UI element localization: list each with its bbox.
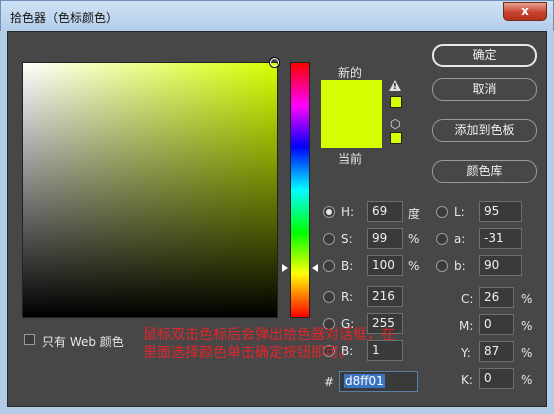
- cancel-button[interactable]: 取消: [432, 78, 537, 101]
- add-to-swatches-button[interactable]: 添加到色板: [432, 119, 537, 142]
- color-field-cursor[interactable]: [270, 58, 279, 67]
- lab-a-label: a:: [454, 232, 466, 246]
- brightness-unit: %: [408, 259, 420, 273]
- saturation-label: S:: [341, 232, 353, 246]
- web-only-checkbox[interactable]: [24, 334, 35, 345]
- brightness-label: B:: [341, 259, 354, 273]
- lab-l-label: L:: [454, 205, 465, 219]
- yellow-input[interactable]: 87: [479, 341, 514, 362]
- warning-triangle-icon[interactable]: !: [389, 80, 401, 91]
- cyan-unit: %: [521, 292, 533, 306]
- hue-unit: 度: [408, 207, 421, 221]
- hex-input[interactable]: d8ff01: [339, 371, 418, 392]
- hex-value: d8ff01: [344, 374, 385, 388]
- black-label: K:: [461, 373, 473, 387]
- saturation-input[interactable]: 99: [367, 228, 403, 249]
- color-field[interactable]: [22, 62, 278, 318]
- radio-lab-b[interactable]: [436, 260, 448, 272]
- red-label: R:: [341, 290, 354, 304]
- current-color-swatch[interactable]: [321, 114, 382, 148]
- gamut-warning-swatch[interactable]: [390, 96, 402, 108]
- yellow-unit: %: [521, 346, 533, 360]
- hue-slider[interactable]: [290, 62, 310, 318]
- radio-hue[interactable]: [323, 206, 335, 218]
- black-unit: %: [521, 373, 533, 387]
- annotation-text: 鼠标双击色标后会弹出拾色器对话框，在里面选择颜色单击确定按钮即可。: [143, 327, 395, 361]
- radio-saturation[interactable]: [323, 233, 335, 245]
- color-libraries-button[interactable]: 颜色库: [432, 160, 537, 183]
- radio-lab-a[interactable]: [436, 233, 448, 245]
- web-safe-swatch[interactable]: [390, 132, 402, 144]
- lab-b-input[interactable]: 90: [479, 255, 522, 276]
- window-title: 拾色器（色标颜色）: [10, 11, 119, 25]
- hue-slider-handle-right[interactable]: [312, 264, 318, 272]
- title-bar: 拾色器（色标颜色） x: [0, 0, 554, 31]
- current-color-label: 当前: [338, 152, 363, 166]
- saturation-unit: %: [408, 232, 420, 246]
- hex-label: #: [324, 375, 335, 389]
- lab-l-input[interactable]: 95: [479, 201, 522, 222]
- radio-red[interactable]: [323, 291, 335, 303]
- hue-input[interactable]: 69: [367, 201, 403, 222]
- radio-lab-l[interactable]: [436, 206, 448, 218]
- yellow-label: Y:: [461, 346, 471, 360]
- new-color-swatch: [321, 80, 382, 114]
- magenta-input[interactable]: 0: [479, 314, 514, 335]
- window-frame-left: [0, 31, 7, 414]
- magenta-label: M:: [459, 319, 474, 333]
- red-input[interactable]: 216: [367, 286, 403, 307]
- window-frame-bottom: [0, 407, 554, 414]
- hue-label: H:: [341, 205, 355, 219]
- lab-b-label: b:: [454, 259, 466, 273]
- cube-icon[interactable]: ⬡: [390, 117, 400, 131]
- magenta-unit: %: [521, 319, 533, 333]
- ok-button[interactable]: 确定: [432, 44, 537, 67]
- new-color-label: 新的: [338, 66, 363, 80]
- brightness-input[interactable]: 100: [367, 255, 403, 276]
- lab-a-input[interactable]: -31: [479, 228, 522, 249]
- cyan-input[interactable]: 26: [479, 287, 514, 308]
- black-input[interactable]: 0: [479, 368, 514, 389]
- radio-brightness[interactable]: [323, 260, 335, 272]
- close-button[interactable]: x: [503, 2, 547, 21]
- window-frame-right: [547, 31, 554, 414]
- cyan-label: C:: [461, 292, 474, 306]
- web-only-label[interactable]: 只有 Web 颜色: [42, 333, 124, 350]
- hue-slider-handle-left[interactable]: [282, 264, 288, 272]
